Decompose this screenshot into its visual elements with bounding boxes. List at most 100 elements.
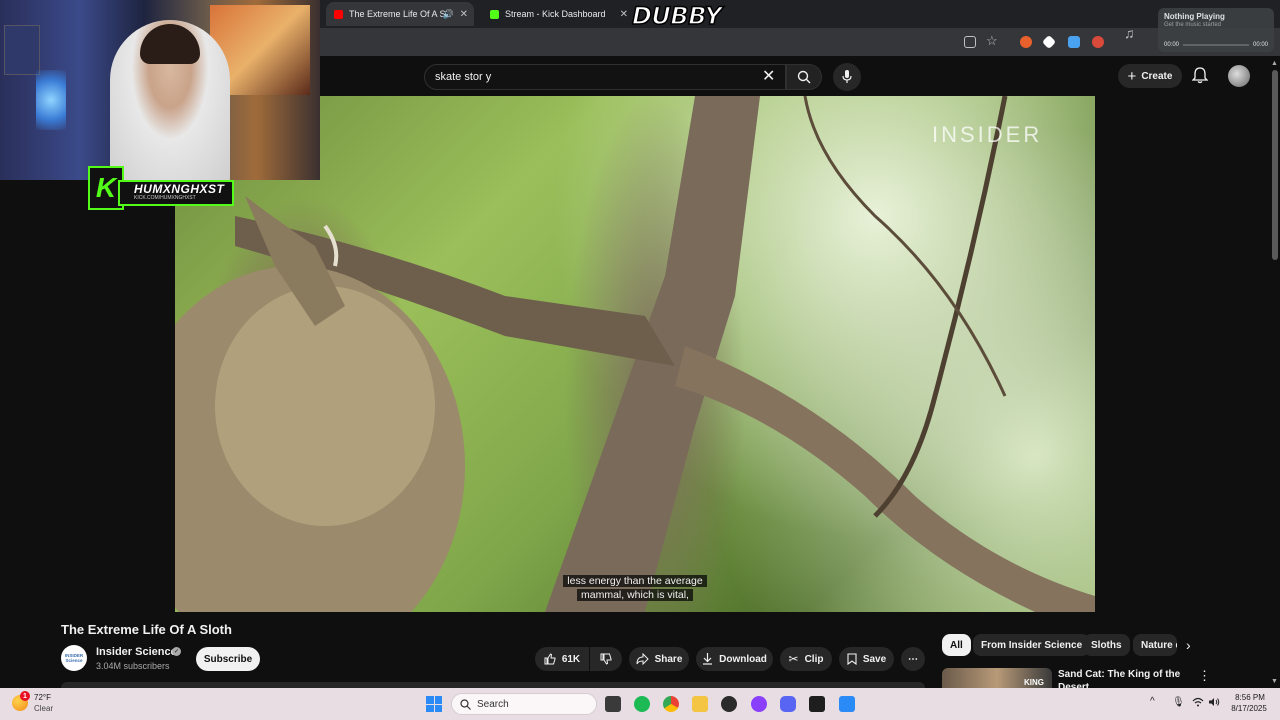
task-view-icon[interactable] [605, 696, 621, 712]
kick-streamer-badge: K HUMXNGHXST KICK.COM/HUMXNGHXST [88, 166, 234, 210]
terminal-icon[interactable] [809, 696, 825, 712]
bookmark-icon [847, 653, 857, 665]
scroll-up-arrow-icon[interactable]: ▲ [1271, 60, 1278, 67]
share-label: Share [654, 653, 683, 665]
close-tab-icon[interactable]: ✕ [620, 9, 628, 20]
more-vert-icon[interactable]: ⋮ [1198, 668, 1211, 684]
music-time-end: 00:00 [1252, 42, 1268, 48]
app-icon[interactable] [751, 696, 767, 712]
like-count: 61K [561, 653, 581, 665]
app-icon[interactable] [839, 696, 855, 712]
clear-search-icon[interactable]: ✕ [762, 66, 775, 86]
insider-watermark: INSIDER [932, 122, 1043, 147]
bookmark-star-icon[interactable]: ☆ [986, 33, 998, 49]
search-icon [797, 70, 811, 84]
taskbar-search-placeholder: Search [477, 698, 509, 710]
volume-icon[interactable] [1208, 697, 1220, 710]
search-query: skate stor y [435, 71, 492, 83]
chevron-right-icon[interactable]: › [1186, 637, 1191, 653]
music-widget[interactable]: Nothing Playing Get the music started 00… [1158, 8, 1274, 52]
share-arrow-icon [636, 653, 649, 665]
lamp-glow [36, 70, 66, 130]
taskbar-search-input[interactable]: Search [451, 693, 597, 715]
dislike-button[interactable] [590, 647, 622, 671]
clip-label: Clip [804, 653, 824, 665]
music-subtitle: Get the music started [1164, 22, 1222, 28]
clock-time[interactable]: 8:56 PM [1230, 693, 1270, 702]
download-icon [703, 653, 713, 665]
save-label: Save [862, 653, 887, 665]
voice-search-button[interactable] [833, 63, 861, 91]
verified-check-icon: ✓ [172, 647, 181, 656]
music-title: Nothing Playing [1164, 12, 1225, 21]
caption-line-1: less energy than the average [563, 575, 707, 587]
spotify-icon[interactable] [634, 696, 650, 712]
clip-button[interactable]: ✂ Clip [780, 647, 832, 671]
webcam-overlay [0, 0, 320, 180]
like-button[interactable]: 61K [535, 647, 589, 671]
channel-avatar[interactable]: INSIDER Science [61, 645, 87, 671]
file-explorer-icon[interactable] [692, 696, 708, 712]
dubby-logo: DUBBY [631, 1, 723, 31]
kick-favicon-icon [490, 9, 499, 19]
speaker-icon: 🔊 [442, 8, 454, 19]
scrollbar-thumb[interactable] [1272, 70, 1278, 260]
tab-label: The Extreme Life Of A Sloth [349, 9, 447, 19]
youtube-favicon-icon [334, 9, 343, 19]
thumbs-up-icon [544, 653, 556, 665]
save-button[interactable]: Save [839, 647, 894, 671]
wifi-icon[interactable] [1192, 697, 1204, 710]
weather-condition: Clear [34, 704, 54, 713]
share-button[interactable]: Share [629, 647, 689, 671]
tab-youtube-video[interactable]: The Extreme Life Of A Sloth 🔊 ✕ [326, 2, 474, 26]
video-title: The Extreme Life Of A Sloth [61, 622, 232, 637]
plus-icon: + [1127, 67, 1137, 85]
chip-from-channel[interactable]: From Insider Science [973, 634, 1091, 656]
clock-date[interactable]: 8/17/2025 [1226, 704, 1272, 713]
thumbnail-text: KING [1024, 678, 1044, 687]
tab-kick-dashboard[interactable]: Stream - Kick Dashboard ✕ [482, 2, 634, 26]
notifications-bell-icon[interactable] [1191, 66, 1209, 89]
weather-temperature: 72°F [34, 693, 51, 702]
recommendation-title[interactable]: Sand Cat: The King of the Desert [1058, 668, 1198, 688]
extension-icon[interactable] [1092, 36, 1104, 48]
recommendation-thumbnail[interactable]: KING [942, 668, 1052, 690]
more-actions-icon[interactable]: ⋯ [901, 647, 925, 671]
streamer-name: HUMXNGHXST [134, 182, 225, 196]
extension-icon[interactable] [1020, 36, 1032, 48]
account-avatar[interactable] [1228, 65, 1250, 87]
chip-all[interactable]: All [942, 634, 971, 656]
music-note-icon[interactable]: ♫ [1124, 25, 1135, 41]
scissors-icon: ✂ [788, 652, 799, 666]
download-button[interactable]: Download [696, 647, 773, 671]
microphone-icon [842, 70, 852, 83]
subscribe-button[interactable]: Subscribe [196, 647, 260, 671]
windows-start-icon[interactable] [426, 696, 442, 712]
close-tab-icon[interactable]: ✕ [460, 9, 468, 20]
extension-icon[interactable] [1068, 36, 1080, 48]
video-caption: less energy than the average mammal, whi… [545, 574, 725, 602]
create-button[interactable]: + Create [1118, 64, 1182, 88]
wall-poster [4, 25, 40, 75]
subscriber-count: 3.04M subscribers [96, 661, 170, 671]
caption-line-2: mammal, which is vital, [577, 589, 693, 601]
chip-sloths[interactable]: Sloths [1083, 634, 1130, 656]
search-button[interactable] [786, 64, 822, 90]
search-input[interactable]: skate stor y [424, 64, 786, 90]
discord-icon[interactable] [780, 696, 796, 712]
chip-nature[interactable]: Nature d [1133, 634, 1177, 656]
search-icon [460, 698, 471, 710]
download-label: Download [719, 653, 767, 665]
microphone-icon[interactable]: 🎙 [1172, 697, 1185, 708]
streamer-name-box: HUMXNGHXST KICK.COM/HUMXNGHXST [118, 180, 234, 206]
chevron-up-icon[interactable]: ^ [1150, 696, 1155, 707]
obs-icon[interactable] [721, 696, 737, 712]
chrome-icon[interactable] [663, 696, 679, 712]
scroll-down-arrow-icon[interactable]: ▼ [1271, 678, 1278, 685]
thumbs-down-icon [600, 653, 612, 665]
music-time-start: 00:00 [1164, 42, 1180, 48]
channel-name[interactable]: Insider Science [96, 646, 177, 658]
music-progress-bar[interactable] [1183, 44, 1249, 46]
install-app-icon[interactable] [964, 36, 976, 48]
tab-label: Stream - Kick Dashboard [505, 9, 606, 19]
